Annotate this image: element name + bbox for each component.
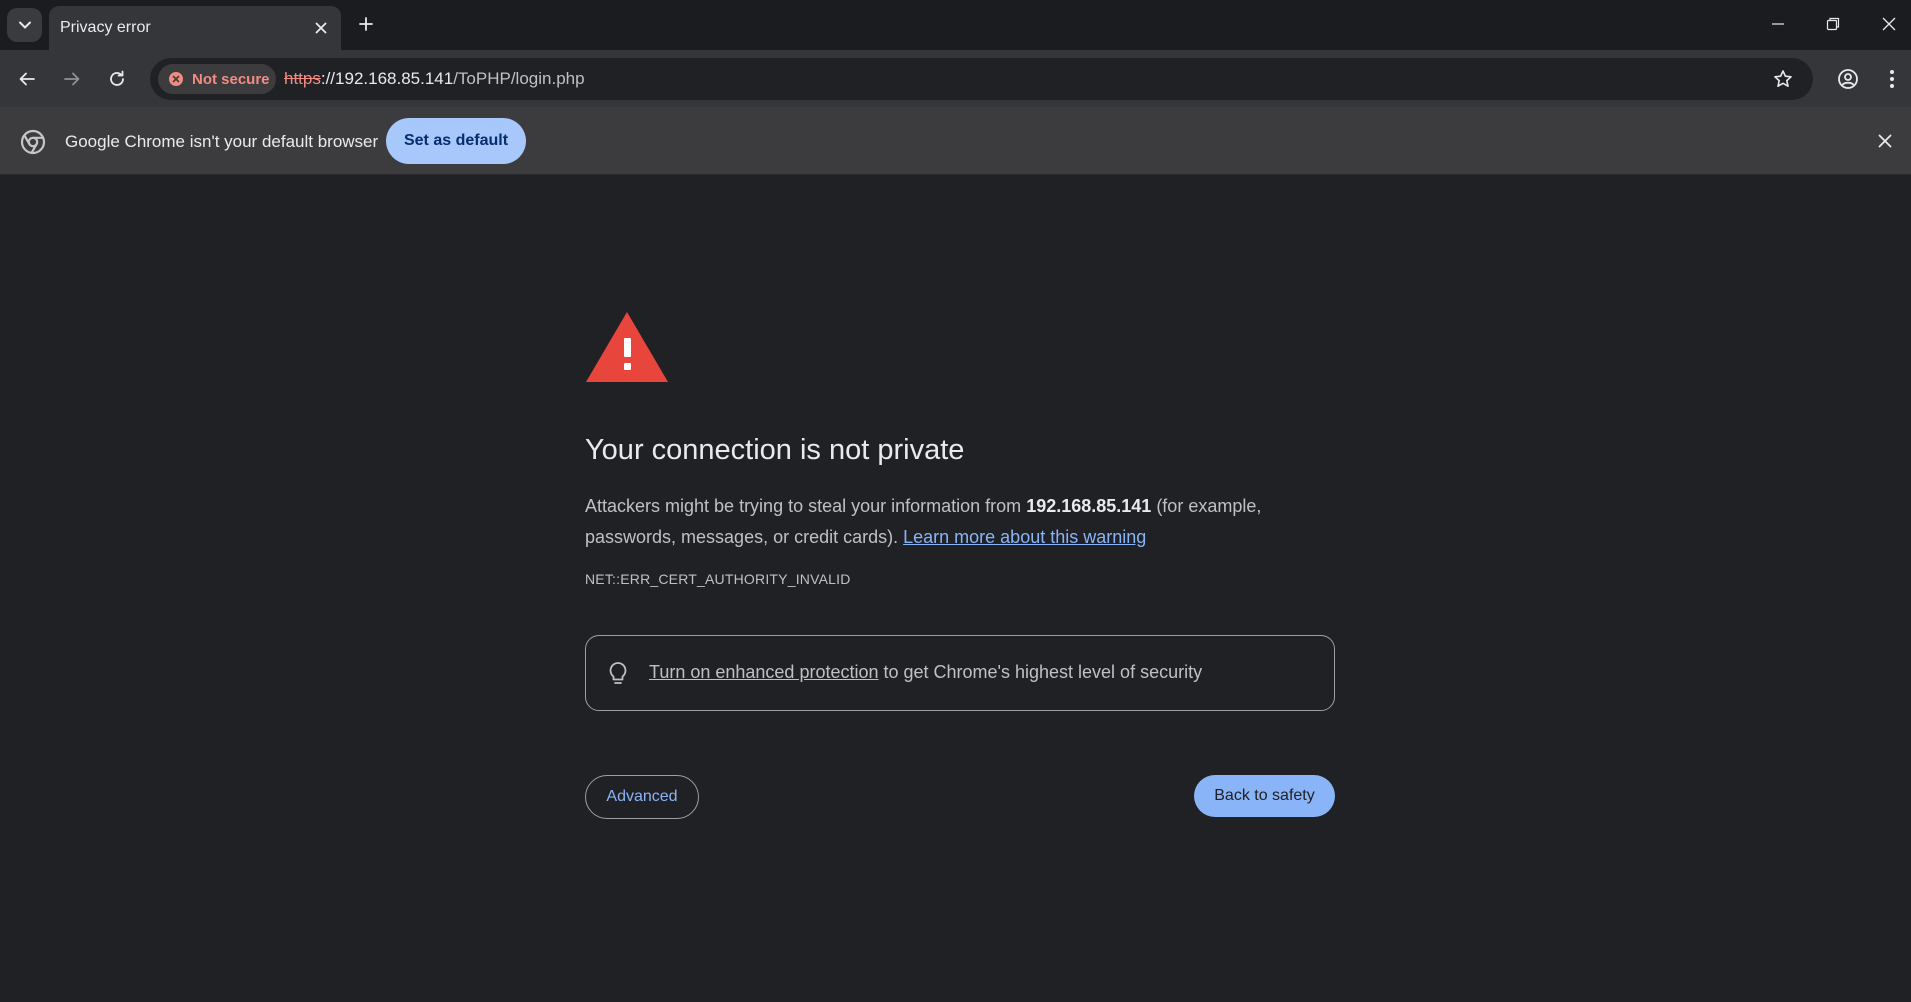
url-text[interactable]: https://192.168.85.141/ToPHP/login.php — [284, 69, 585, 89]
address-bar[interactable]: Not secure https://192.168.85.141/ToPHP/… — [150, 58, 1813, 100]
close-icon — [315, 22, 327, 34]
explanation-pre: Attackers might be trying to steal your … — [585, 496, 1027, 516]
url-path: /ToPHP/login.php — [453, 69, 585, 88]
forward-arrow-icon — [64, 72, 80, 86]
minimize-button[interactable] — [1758, 8, 1798, 40]
tab-privacy-error[interactable]: Privacy error — [49, 6, 341, 50]
set-as-default-button[interactable]: Set as default — [386, 118, 526, 164]
enhanced-protection-box: Turn on enhanced protection to get Chrom… — [585, 635, 1335, 711]
tab-close-button[interactable] — [309, 16, 333, 40]
back-arrow-icon — [19, 72, 35, 86]
enhanced-protection-rest: to get Chrome's highest level of securit… — [878, 662, 1203, 682]
back-to-safety-button[interactable]: Back to safety — [1194, 775, 1335, 817]
profile-icon — [1838, 69, 1858, 89]
tab-title: Privacy error — [60, 19, 151, 36]
not-secure-icon — [169, 72, 183, 86]
enhanced-protection-text: Turn on enhanced protection to get Chrom… — [649, 662, 1202, 683]
lightbulb-icon — [609, 662, 627, 684]
chrome-logo-icon — [20, 129, 46, 155]
toolbar: Not secure https://192.168.85.141/ToPHP/… — [0, 50, 1911, 107]
reload-icon — [110, 70, 124, 86]
page-title: Your connection is not private — [585, 434, 965, 466]
learn-more-link[interactable]: Learn more about this warning — [903, 527, 1146, 547]
chevron-down-icon — [18, 21, 31, 29]
back-button[interactable] — [10, 62, 44, 96]
tab-strip: Privacy error — [0, 0, 1911, 50]
default-browser-infobar: Google Chrome isn't your default browser… — [0, 107, 1911, 175]
host-name: 192.168.85.141 — [1026, 496, 1152, 516]
bookmark-button[interactable] — [1771, 67, 1795, 91]
reload-button[interactable] — [100, 62, 134, 96]
security-chip[interactable]: Not secure — [158, 64, 276, 94]
infobar-close-button[interactable] — [1873, 129, 1897, 153]
tab-search-button[interactable] — [7, 8, 42, 42]
minimize-icon — [1772, 23, 1784, 25]
new-tab-button[interactable] — [352, 10, 380, 38]
infobar-message: Google Chrome isn't your default browser — [65, 132, 379, 151]
forward-button[interactable] — [55, 62, 89, 96]
close-icon — [1882, 17, 1896, 31]
restore-icon — [1826, 17, 1840, 31]
enhanced-protection-link[interactable]: Turn on enhanced protection — [649, 662, 879, 682]
restore-button[interactable] — [1813, 8, 1853, 40]
menu-icon — [1890, 70, 1894, 88]
advanced-button[interactable]: Advanced — [585, 775, 699, 819]
menu-button[interactable] — [1875, 62, 1909, 96]
main-message: Attackers might be trying to steal your … — [585, 491, 1335, 553]
profile-button[interactable] — [1831, 62, 1865, 96]
close-icon — [1878, 134, 1892, 148]
warning-triangle-icon — [586, 312, 668, 382]
star-icon — [1774, 70, 1792, 87]
close-window-button[interactable] — [1869, 8, 1909, 40]
plus-icon — [359, 17, 373, 31]
error-code: NET::ERR_CERT_AUTHORITY_INVALID — [585, 571, 851, 587]
security-chip-label: Not secure — [192, 70, 270, 88]
url-scheme: https — [284, 69, 321, 88]
url-host: ://192.168.85.141 — [320, 69, 454, 88]
